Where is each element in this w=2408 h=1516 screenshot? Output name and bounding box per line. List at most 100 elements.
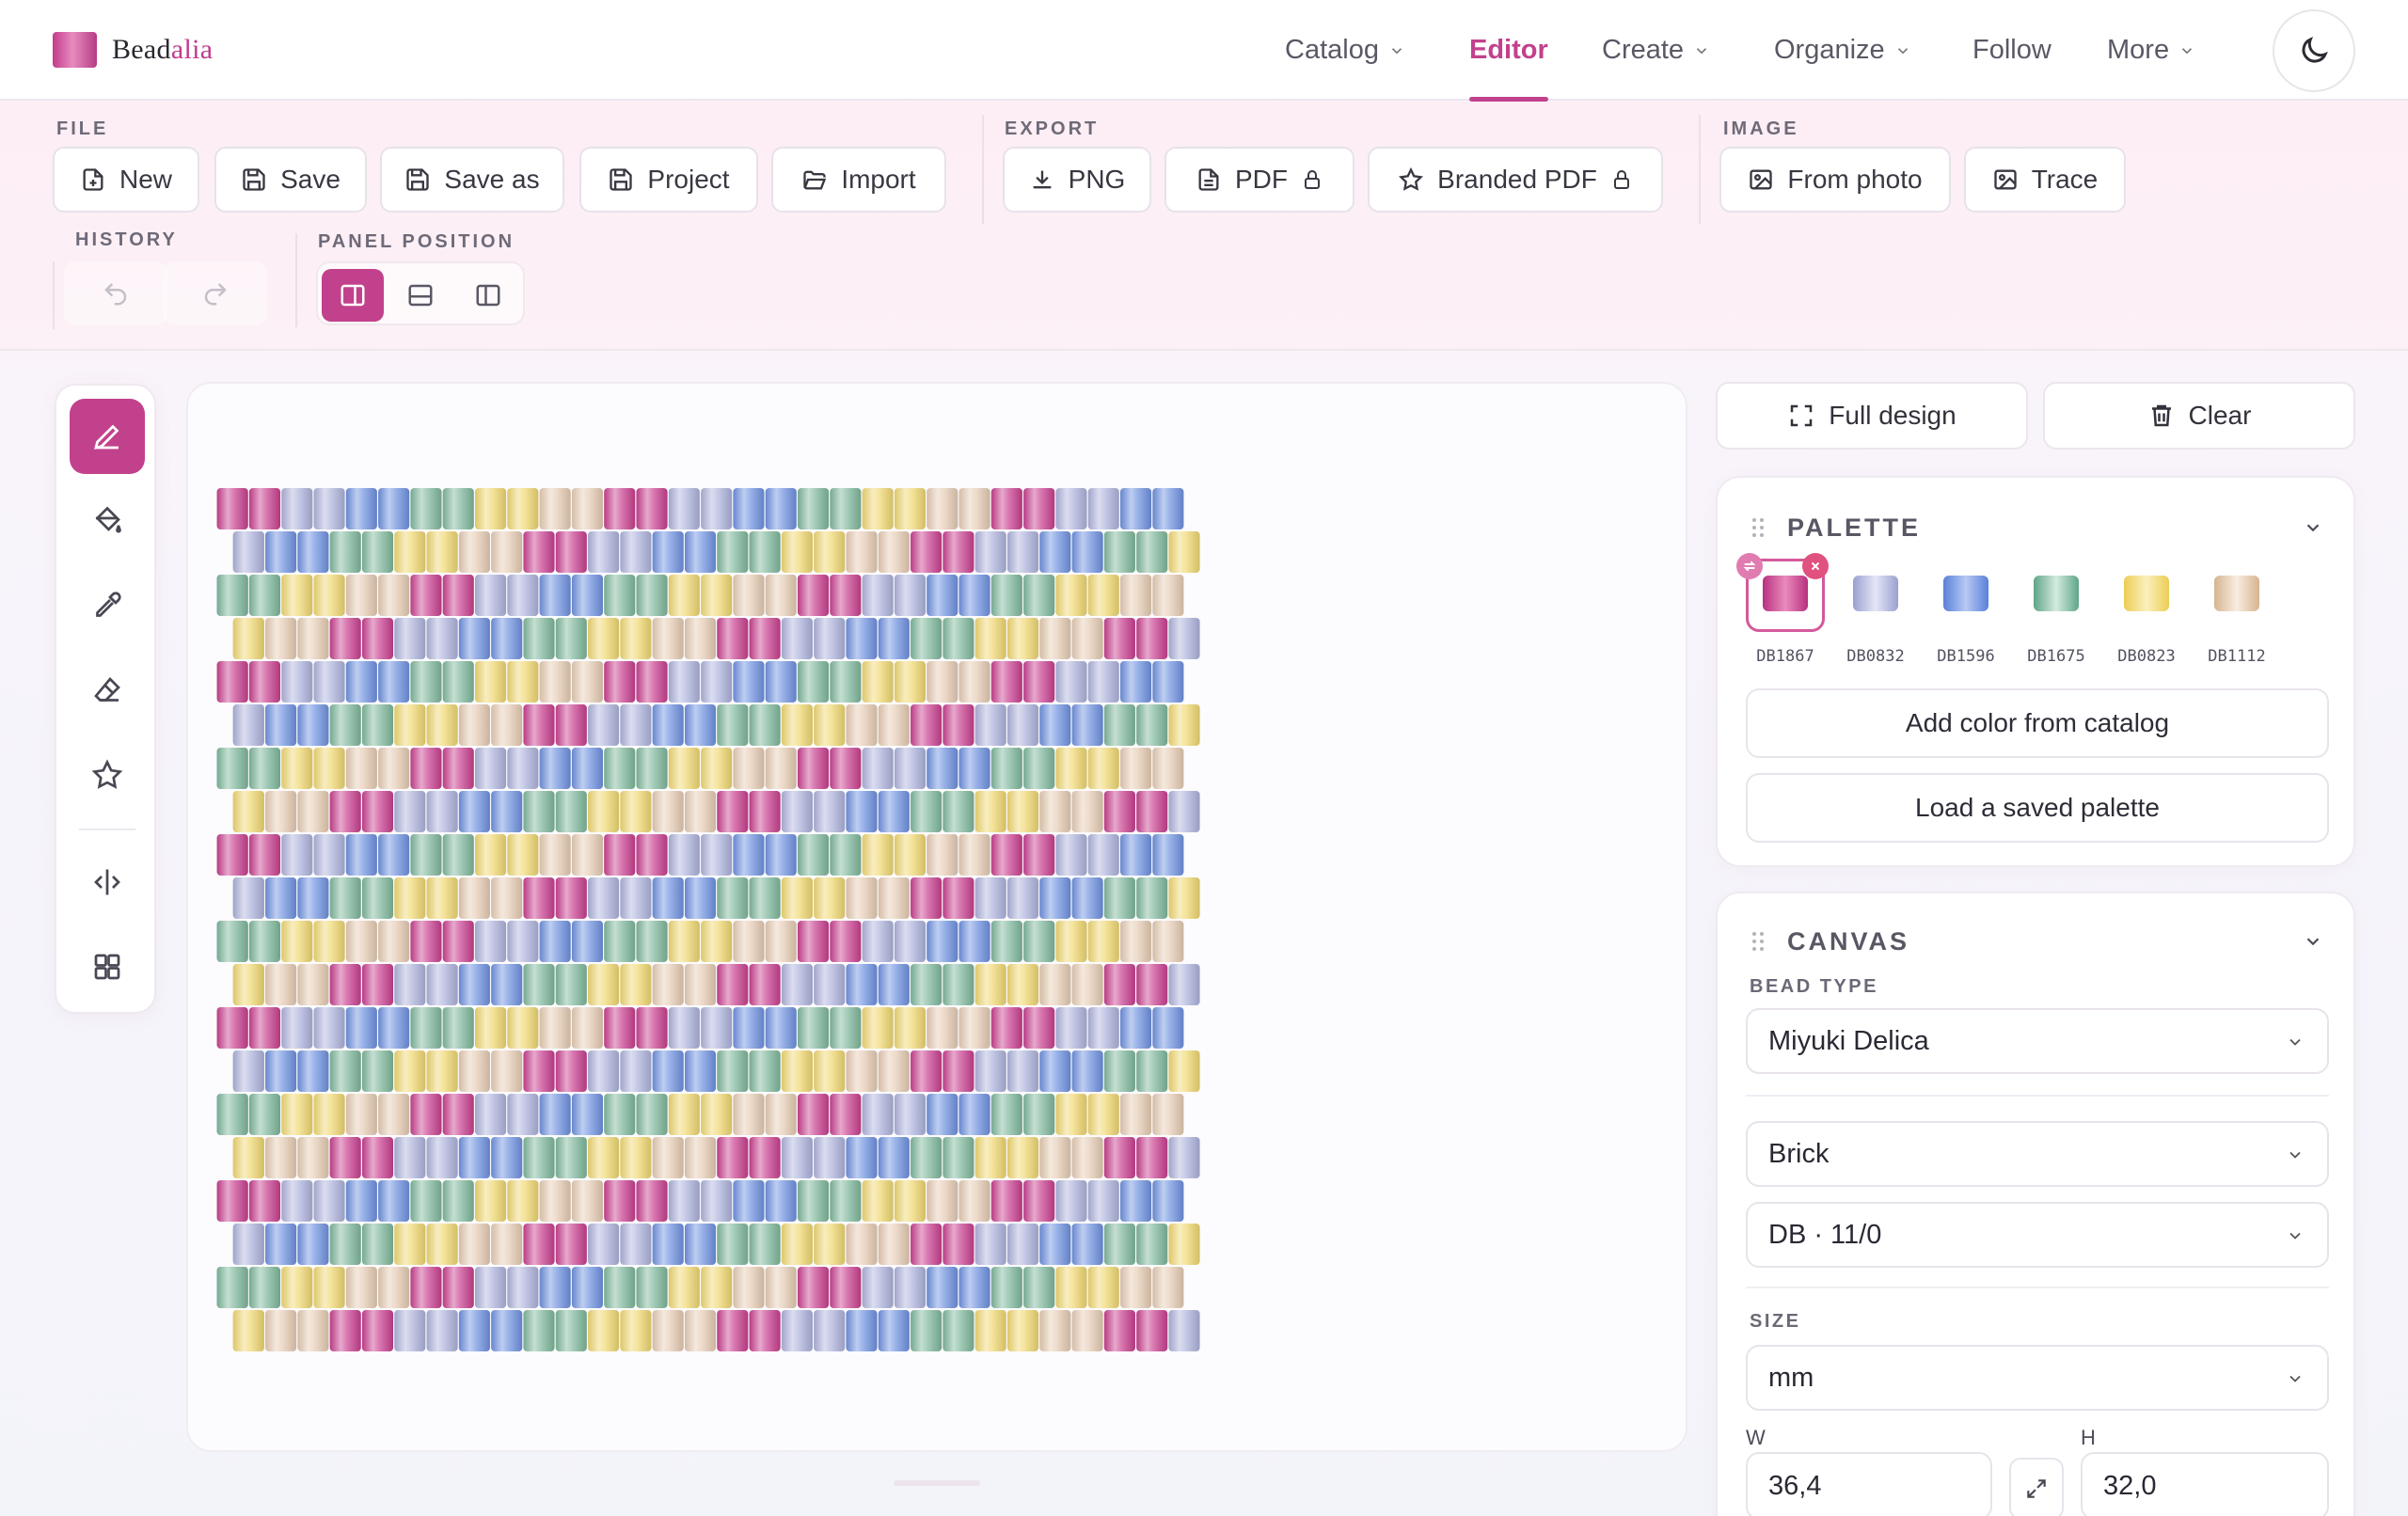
bead[interactable] <box>927 748 958 789</box>
bead[interactable] <box>1136 1310 1168 1351</box>
bead[interactable] <box>1055 1267 1087 1308</box>
bead[interactable] <box>248 1094 280 1135</box>
bead[interactable] <box>394 964 426 1005</box>
bead[interactable] <box>378 1267 410 1308</box>
bead[interactable] <box>894 661 926 703</box>
bead[interactable] <box>701 748 733 789</box>
undo-button[interactable] <box>64 261 167 325</box>
new-button[interactable]: New <box>53 147 199 213</box>
bead[interactable] <box>394 1224 426 1265</box>
bead[interactable] <box>668 1180 700 1222</box>
bead[interactable] <box>1071 704 1103 746</box>
nav-editor[interactable]: Editor <box>1469 0 1548 102</box>
bead[interactable] <box>927 661 958 703</box>
bead[interactable] <box>636 834 668 876</box>
bead[interactable] <box>830 921 862 962</box>
bead[interactable] <box>426 531 458 573</box>
bead[interactable] <box>1023 834 1055 876</box>
bead[interactable] <box>475 661 507 703</box>
bead[interactable] <box>1168 618 1200 659</box>
bead[interactable] <box>814 531 846 573</box>
bead[interactable] <box>232 791 264 832</box>
bead[interactable] <box>1087 1267 1119 1308</box>
bead[interactable] <box>571 575 603 616</box>
bead[interactable] <box>830 1007 862 1049</box>
bead[interactable] <box>329 1137 361 1178</box>
bead[interactable] <box>765 748 797 789</box>
bead[interactable] <box>1120 575 1152 616</box>
bead[interactable] <box>329 791 361 832</box>
bead[interactable] <box>652 877 684 919</box>
bead[interactable] <box>442 834 474 876</box>
bead[interactable] <box>717 704 749 746</box>
bead[interactable] <box>781 618 813 659</box>
bead[interactable] <box>281 575 313 616</box>
bead[interactable] <box>1120 1094 1152 1135</box>
bead[interactable] <box>1152 1094 1184 1135</box>
bead[interactable] <box>216 575 248 616</box>
bead[interactable] <box>974 531 1006 573</box>
bead[interactable] <box>733 1180 765 1222</box>
bead[interactable] <box>265 1050 297 1092</box>
bead[interactable] <box>894 748 926 789</box>
bead[interactable] <box>814 1310 846 1351</box>
bead[interactable] <box>620 964 652 1005</box>
bead[interactable] <box>765 1094 797 1135</box>
bead[interactable] <box>830 1094 862 1135</box>
bead[interactable] <box>491 1137 523 1178</box>
bead[interactable] <box>943 704 974 746</box>
bead[interactable] <box>684 877 717 919</box>
bead[interactable] <box>684 1137 717 1178</box>
bead[interactable] <box>990 921 1022 962</box>
bead[interactable] <box>798 1094 830 1135</box>
bead[interactable] <box>1023 1007 1055 1049</box>
bead[interactable] <box>765 575 797 616</box>
bead-size-select[interactable]: DB · 11/0 <box>1746 1202 2329 1268</box>
bead[interactable] <box>717 1224 749 1265</box>
bead[interactable] <box>394 1137 426 1178</box>
bead[interactable] <box>668 1267 700 1308</box>
bead[interactable] <box>458 618 490 659</box>
bead[interactable] <box>248 748 280 789</box>
bead[interactable] <box>990 1180 1022 1222</box>
bead[interactable] <box>297 531 329 573</box>
fill-tool[interactable] <box>70 483 145 559</box>
bead[interactable] <box>329 618 361 659</box>
bead[interactable] <box>830 661 862 703</box>
bead[interactable] <box>1023 1094 1055 1135</box>
bead[interactable] <box>652 1310 684 1351</box>
bead[interactable] <box>781 1050 813 1092</box>
bead[interactable] <box>523 1137 555 1178</box>
bead[interactable] <box>911 618 943 659</box>
bead[interactable] <box>846 1224 878 1265</box>
bead[interactable] <box>701 1267 733 1308</box>
nav-follow[interactable]: Follow <box>1972 0 2052 101</box>
bead[interactable] <box>862 1180 894 1222</box>
bead[interactable] <box>491 1310 523 1351</box>
bead[interactable] <box>313 748 345 789</box>
bead[interactable] <box>216 661 248 703</box>
bead[interactable] <box>1071 1310 1103 1351</box>
bead[interactable] <box>507 575 539 616</box>
bead[interactable] <box>442 921 474 962</box>
bead[interactable] <box>265 531 297 573</box>
bead[interactable] <box>798 575 830 616</box>
bead[interactable] <box>297 1310 329 1351</box>
bead[interactable] <box>717 618 749 659</box>
bead[interactable] <box>862 488 894 529</box>
bead[interactable] <box>814 877 846 919</box>
bead[interactable] <box>1136 618 1168 659</box>
bead[interactable] <box>345 748 377 789</box>
bead[interactable] <box>749 1310 781 1351</box>
bead[interactable] <box>604 1180 636 1222</box>
bead[interactable] <box>378 488 410 529</box>
bead[interactable] <box>701 1007 733 1049</box>
bead[interactable] <box>378 834 410 876</box>
bead[interactable] <box>216 1094 248 1135</box>
bead[interactable] <box>1103 704 1135 746</box>
bead[interactable] <box>958 1007 990 1049</box>
bead[interactable] <box>636 1007 668 1049</box>
bead[interactable] <box>878 877 910 919</box>
bead[interactable] <box>281 1267 313 1308</box>
bead[interactable] <box>701 575 733 616</box>
